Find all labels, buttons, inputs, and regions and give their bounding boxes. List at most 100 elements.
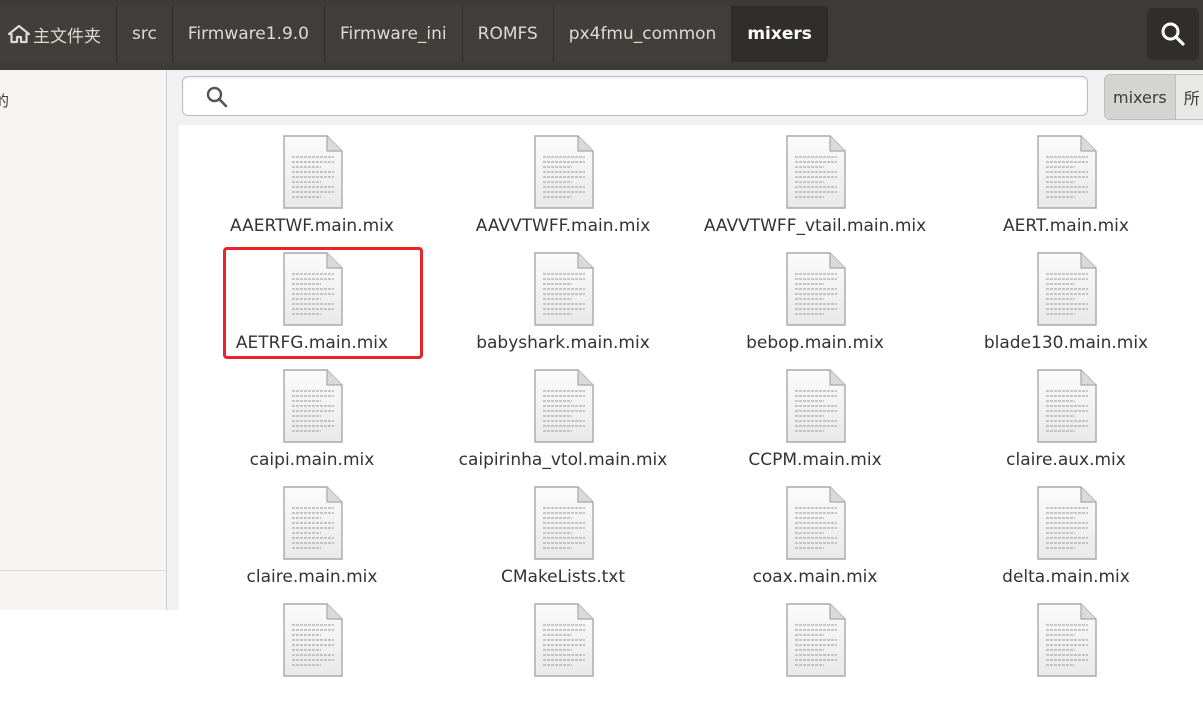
text-file-icon (1037, 135, 1097, 209)
text-file-icon (283, 252, 343, 326)
home-icon (8, 24, 30, 44)
crumb-firmware-ini[interactable]: Firmware_ini (325, 6, 463, 62)
crumb-label: Firmware1.9.0 (187, 24, 309, 44)
text-file-icon (534, 135, 594, 209)
text-file-icon (534, 369, 594, 443)
file-name: blade130.main.mix (983, 333, 1149, 353)
text-file-icon (786, 135, 846, 209)
search-input[interactable] (241, 83, 1065, 111)
search-icon (1161, 22, 1185, 46)
file-icon (1037, 369, 1097, 443)
text-file-icon (786, 486, 846, 560)
file-name: claire.main.mix (246, 567, 378, 587)
file-icon (1037, 486, 1097, 560)
text-file-icon (283, 486, 343, 560)
crumb-label: src (132, 24, 157, 44)
text-file-icon (786, 369, 846, 443)
sidebar: 的 (0, 70, 167, 610)
file-item[interactable]: caipi.main.mix (192, 359, 432, 470)
text-file-icon (283, 603, 343, 677)
file-icon (786, 486, 846, 560)
file-name: coax.main.mix (752, 567, 878, 587)
text-file-icon (1037, 603, 1097, 677)
file-icon (283, 135, 343, 209)
sidebar-item[interactable]: 的 (0, 90, 9, 111)
file-icon (786, 603, 846, 677)
file-name: AAVVTWFF.main.mix (475, 216, 651, 236)
file-item[interactable]: AETRFG.main.mix (192, 242, 432, 353)
header-bar: 主文件夹 src Firmware1.9.0 Firmware_ini ROMF… (0, 0, 1203, 70)
crumb-label: px4fmu_common (568, 24, 717, 44)
file-item[interactable]: coax.main.mix (695, 476, 935, 587)
file-item[interactable]: AAVVTWFF.main.mix (443, 125, 683, 236)
file-item[interactable]: AERT.main.mix (946, 125, 1186, 236)
text-file-icon (534, 603, 594, 677)
file-name: bebop.main.mix (746, 333, 884, 353)
search-icon (206, 86, 228, 108)
scope-current-folder[interactable]: mixers (1105, 75, 1176, 119)
file-icon (534, 135, 594, 209)
crumb-romfs[interactable]: ROMFS (462, 6, 554, 62)
file-name: AAERTWF.main.mix (230, 216, 394, 236)
text-file-icon (534, 252, 594, 326)
file-name: babyshark.main.mix (476, 333, 650, 353)
file-icon (786, 135, 846, 209)
file-name: delta.main.mix (1002, 567, 1130, 587)
file-item[interactable]: caipirinha_vtol.main.mix (443, 359, 683, 470)
sidebar-divider (0, 570, 166, 571)
file-icon (283, 252, 343, 326)
file-item[interactable]: CCPM.main.mix (695, 359, 935, 470)
crumb-src[interactable]: src (117, 6, 173, 62)
crumb-label: Firmware_ini (340, 24, 447, 44)
file-name: AETRFG.main.mix (235, 333, 389, 353)
file-item[interactable]: AAERTWF.main.mix (192, 125, 432, 236)
file-name: CCPM.main.mix (748, 450, 882, 470)
file-icon (1037, 603, 1097, 677)
file-icon (786, 369, 846, 443)
file-item[interactable]: claire.main.mix (192, 476, 432, 587)
file-name: caipi.main.mix (249, 450, 375, 470)
file-icon (283, 486, 343, 560)
crumb-px4fmu-common[interactable]: px4fmu_common (553, 6, 733, 62)
search-field[interactable] (182, 76, 1088, 116)
file-icon (534, 603, 594, 677)
file-name: AAVVTWFF_vtail.main.mix (703, 216, 927, 236)
file-icon (534, 486, 594, 560)
file-name: caipirinha_vtol.main.mix (458, 450, 668, 470)
search-button[interactable] (1147, 8, 1199, 60)
file-icon (534, 369, 594, 443)
text-file-icon (1037, 252, 1097, 326)
file-item[interactable]: blade130.main.mix (946, 242, 1186, 353)
file-icon (283, 369, 343, 443)
crumb-home[interactable]: 主文件夹 (0, 6, 117, 62)
crumb-mixers[interactable]: mixers (732, 6, 828, 62)
file-item[interactable]: delta.main.mix (946, 476, 1186, 587)
crumb-firmware[interactable]: Firmware1.9.0 (172, 6, 325, 62)
text-file-icon (1037, 486, 1097, 560)
text-file-icon (534, 486, 594, 560)
scope-all-files[interactable]: 所 (1176, 75, 1203, 119)
file-name: CMakeLists.txt (500, 567, 626, 587)
file-item[interactable]: babyshark.main.mix (443, 242, 683, 353)
file-item[interactable]: bebop.main.mix (695, 242, 935, 353)
text-file-icon (786, 603, 846, 677)
search-scope: mixers 所 (1104, 74, 1203, 120)
file-item[interactable]: CMakeLists.txt (443, 476, 683, 587)
text-file-icon (283, 369, 343, 443)
crumb-label: 主文件夹 (33, 26, 101, 47)
file-icon (786, 252, 846, 326)
crumb-label: ROMFS (477, 24, 538, 44)
text-file-icon (786, 252, 846, 326)
file-name: claire.aux.mix (1006, 450, 1126, 470)
file-grid: delta.main.mix coax.main.mix CMakeLists.… (179, 125, 1203, 677)
breadcrumb: 主文件夹 src Firmware1.9.0 Firmware_ini ROMF… (0, 6, 828, 62)
text-file-icon (1037, 369, 1097, 443)
file-item[interactable]: AAVVTWFF_vtail.main.mix (695, 125, 935, 236)
file-item[interactable]: claire.aux.mix (946, 359, 1186, 470)
file-icon (283, 603, 343, 677)
main-content: mixers 所 delta.main.mix coax.main.mix CM… (167, 70, 1203, 677)
crumb-label: mixers (747, 24, 812, 44)
file-name: AERT.main.mix (1003, 216, 1129, 236)
file-icon (1037, 135, 1097, 209)
file-icon (1037, 252, 1097, 326)
